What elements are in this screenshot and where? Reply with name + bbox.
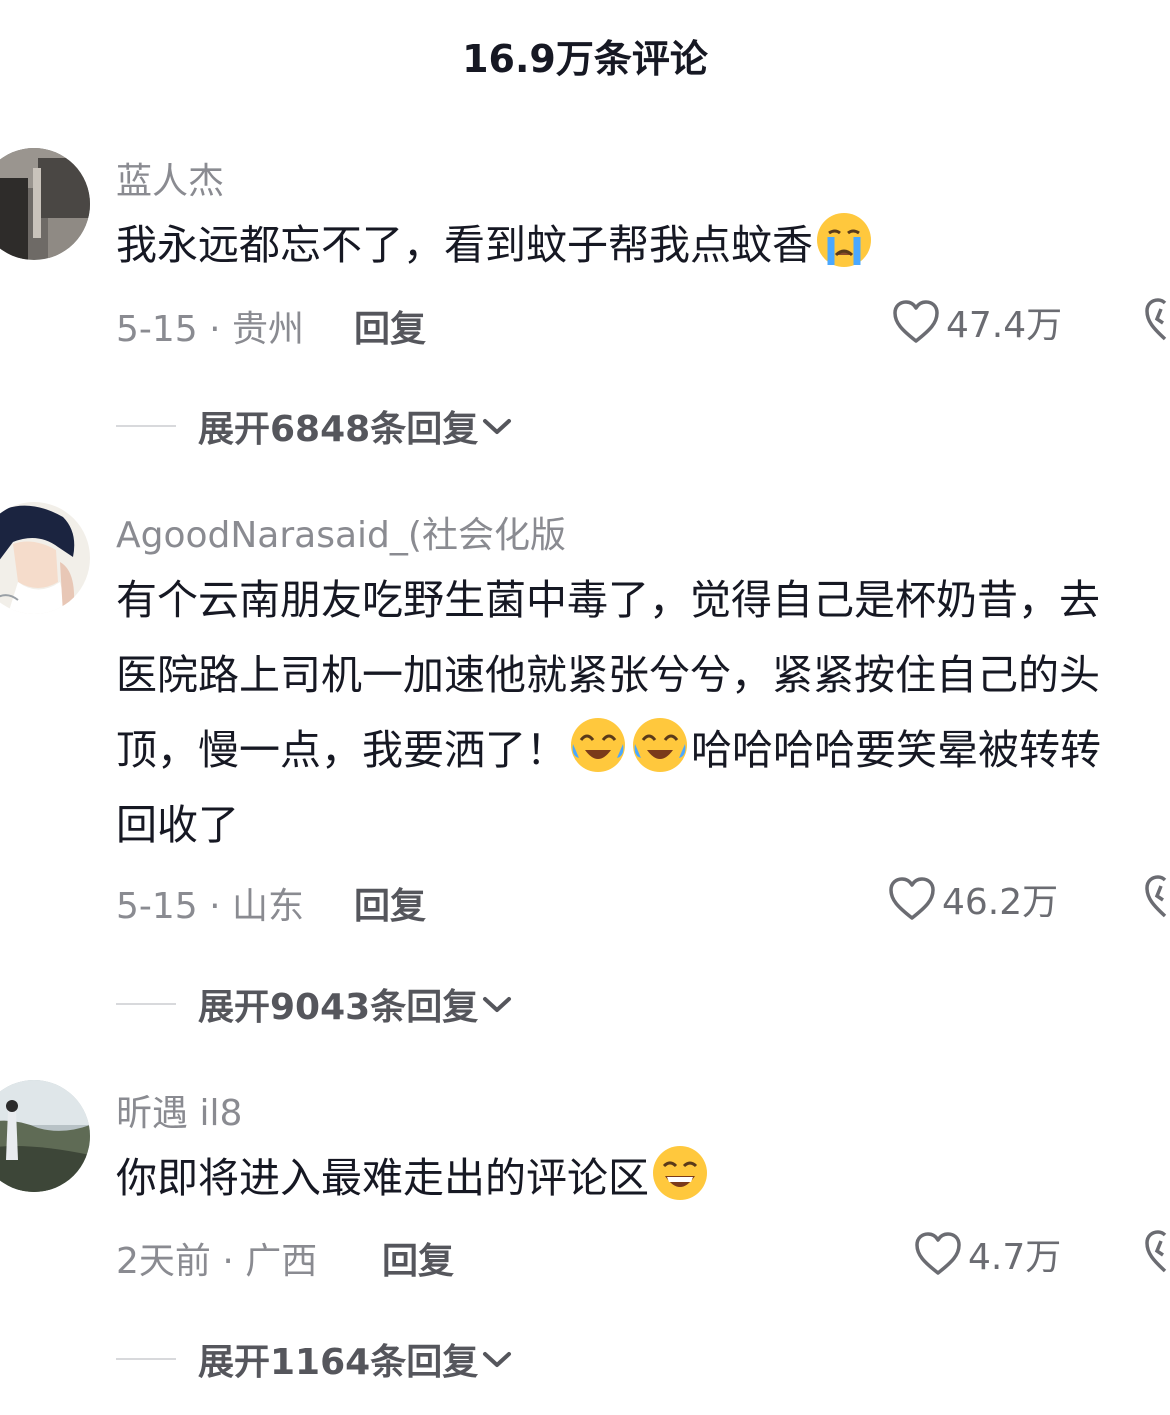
like-count: 4.7万: [968, 1237, 1062, 1278]
chevron-down-icon: [483, 997, 512, 1012]
expand-replies-label: 展开6848条回复: [198, 409, 479, 450]
avatar[interactable]: [0, 148, 90, 260]
heart-icon: [889, 877, 935, 920]
comment-text: 我永远都忘不了，看到蚊子帮我点蚊香: [116, 208, 1170, 283]
laughing-crying-emoji: [569, 716, 627, 774]
laughing-crying-emoji: [631, 716, 689, 774]
reply-button[interactable]: 回复: [382, 1232, 454, 1284]
like-count: 46.2万: [942, 882, 1059, 923]
expand-replies-button[interactable]: 展开6848条回复: [116, 400, 514, 452]
divider-dash: [116, 1358, 176, 1360]
reply-button[interactable]: 回复: [354, 300, 426, 352]
chevron-down-icon: [483, 419, 512, 434]
dislike-icon[interactable]: [1145, 297, 1170, 343]
comment-username[interactable]: 昕遇 il8: [116, 1084, 242, 1136]
divider-dash: [116, 425, 176, 427]
expand-replies-button[interactable]: 展开1164条回复: [116, 1333, 514, 1385]
comment-username[interactable]: 蓝人杰: [116, 152, 224, 204]
like-count: 47.4万: [946, 305, 1063, 346]
expand-replies-button[interactable]: 展开9043条回复: [116, 978, 514, 1030]
grinning-face-emoji: [651, 1144, 709, 1202]
comment-text: 有个云南朋友吃野生菌中毒了，觉得自己是杯奶昔，去 医院路上司机一加速他就紧张兮兮…: [116, 576, 1101, 849]
expand-replies-label: 展开1164条回复: [198, 1342, 479, 1383]
heart-icon: [893, 300, 939, 343]
expand-replies-label: 展开9043条回复: [198, 987, 479, 1028]
dislike-icon[interactable]: [1145, 874, 1170, 920]
like-button[interactable]: 47.4万: [892, 296, 1062, 348]
comment-date-location: 2天前 · 广西: [116, 1241, 318, 1282]
avatar[interactable]: [0, 502, 90, 614]
reply-button[interactable]: 回复: [354, 877, 426, 929]
like-button[interactable]: 46.2万: [888, 873, 1058, 925]
comment-text: 你即将进入最难走出的评论区: [116, 1141, 1170, 1216]
chevron-down-icon: [483, 1352, 512, 1367]
avatar[interactable]: [0, 1080, 90, 1192]
page-title: 16.9万条评论: [462, 37, 708, 81]
crying-face-emoji: [815, 211, 873, 269]
like-button[interactable]: 4.7万: [914, 1228, 1061, 1280]
divider-dash: [116, 1003, 176, 1005]
dislike-icon[interactable]: [1145, 1229, 1170, 1275]
comment-date-location: 5-15 · 贵州: [116, 309, 305, 350]
comment-date-location: 5-15 · 山东: [116, 886, 305, 927]
comment-username[interactable]: AgoodNarasaid_(社会化版: [116, 506, 566, 558]
heart-icon: [915, 1232, 961, 1275]
